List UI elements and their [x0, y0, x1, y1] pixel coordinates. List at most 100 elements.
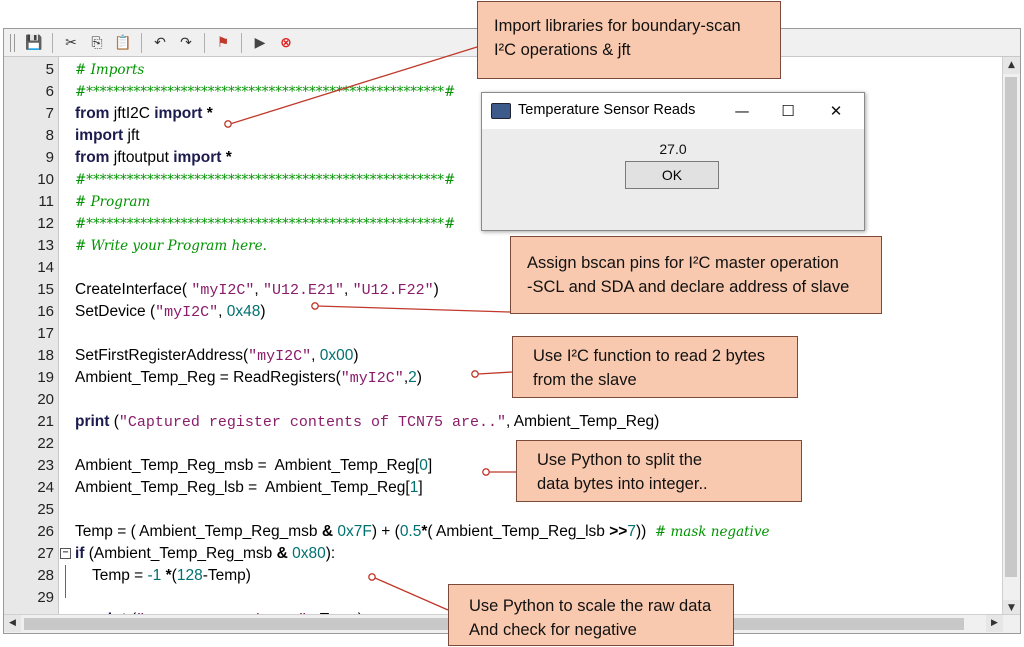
line-number: 20	[37, 391, 54, 408]
stop-icon[interactable]: ⊗	[275, 32, 297, 54]
code-line[interactable]: 20	[4, 389, 994, 411]
code-text: print ("Captured register contents of TC…	[75, 411, 659, 434]
code-token: SetDevice (	[75, 303, 156, 320]
code-line[interactable]: 24 Ambient_Temp_Reg_lsb = Ambient_Temp_Re…	[4, 477, 994, 499]
vertical-scroll-thumb[interactable]	[1005, 77, 1017, 577]
code-line[interactable]: 23 Ambient_Temp_Reg_msb = Ambient_Temp_Re…	[4, 455, 994, 477]
mark-icon[interactable]: ⚑	[212, 32, 234, 54]
toolbar-grip[interactable]	[10, 33, 15, 52]
code-line[interactable]: 18 SetFirstRegisterAddress("myI2C", 0x00)	[4, 345, 994, 367]
line-number: 8	[45, 127, 54, 144]
maximize-icon[interactable]: ☐	[768, 99, 808, 123]
callout-split-line1: Use Python to split the	[537, 451, 703, 469]
save-icon[interactable]: 💾	[23, 32, 45, 54]
code-token: ,	[254, 281, 263, 298]
code-token: (	[109, 413, 119, 430]
line-number: 29	[37, 589, 54, 606]
code-line[interactable]: 19 Ambient_Temp_Reg = ReadRegisters("myI2…	[4, 367, 994, 389]
code-line[interactable]: 21 print ("Captured register contents of …	[4, 411, 994, 433]
redo-icon[interactable]: ↷	[175, 32, 197, 54]
code-line[interactable]: 17	[4, 323, 994, 345]
code-token: 2	[408, 369, 417, 386]
line-number: 24	[37, 479, 54, 496]
line-number: 9	[45, 149, 54, 166]
code-line[interactable]: 22	[4, 433, 994, 455]
callout-scale-line1: Use Python to scale the raw data	[469, 597, 712, 615]
copy-icon[interactable]: ⎘	[86, 32, 108, 54]
line-number: 26	[37, 523, 54, 540]
code-token: jft	[123, 127, 140, 144]
code-token: 0x7F	[337, 523, 372, 540]
paste-icon[interactable]: 📋	[112, 32, 134, 54]
line-number: 15	[37, 281, 54, 298]
callout-split: Use Python to split the data bytes into …	[516, 440, 802, 502]
code-token: )	[416, 369, 422, 386]
callout-read-line2: from the slave	[533, 371, 637, 389]
run-icon[interactable]: ▶	[249, 32, 271, 54]
code-text: SetDevice ("myI2C", 0x48)	[75, 301, 266, 324]
scroll-left-icon[interactable]: ◀	[4, 615, 21, 632]
code-text: import jft	[75, 125, 140, 147]
code-token: , Ambient_Temp_Reg)	[505, 413, 660, 430]
code-token: 0x00	[319, 347, 354, 364]
callout-imports-line2: I²C operations & jft	[494, 41, 631, 59]
dialog-title-bar[interactable]: Temperature Sensor Reads — ☐ ✕	[482, 93, 864, 129]
line-number: 6	[45, 83, 54, 100]
code-token: # mask negative	[654, 524, 770, 540]
code-line[interactable]: 25	[4, 499, 994, 521]
code-token: )	[260, 303, 266, 320]
code-token: print	[75, 413, 110, 430]
code-token: Ambient_Temp_Reg = ReadRegisters(	[75, 369, 341, 386]
line-number: 10	[37, 171, 54, 188]
code-line[interactable]: 27− if (Ambient_Temp_Reg_msb & 0x80):	[4, 543, 994, 565]
fold-toggle-icon[interactable]: −	[60, 548, 71, 559]
code-token: #***************************************…	[75, 172, 456, 188]
temperature-dialog: Temperature Sensor Reads — ☐ ✕ 27.0 OK	[481, 92, 865, 231]
code-token: "Captured register contents of TCN75 are…	[118, 414, 506, 431]
callout-read: Use I²C function to read 2 bytes from th…	[512, 336, 798, 398]
scroll-up-icon[interactable]: ▲	[1003, 57, 1020, 74]
callout-interface: Assign bscan pins for I²C master operati…	[510, 236, 882, 314]
code-token: )	[353, 347, 359, 364]
scroll-right-icon[interactable]: ▶	[986, 615, 1003, 632]
app-icon	[491, 103, 511, 119]
cut-icon[interactable]: ✂	[60, 32, 82, 54]
code-token: 0x80	[292, 545, 326, 562]
ok-button[interactable]: OK	[625, 161, 719, 189]
vertical-scrollbar[interactable]: ▲ ▼	[1002, 57, 1020, 617]
toolbar-separator	[52, 32, 53, 53]
line-number: 11	[38, 193, 54, 210]
code-text: Ambient_Temp_Reg = ReadRegisters("myI2C"…	[75, 367, 422, 390]
code-token: ( Ambient_Temp_Reg_lsb	[427, 523, 610, 540]
callout-interface-line2: -SCL and SDA and declare address of slav…	[527, 278, 850, 296]
code-token: 0.5	[399, 523, 422, 540]
close-icon[interactable]: ✕	[816, 99, 856, 123]
code-token: ) + (	[371, 523, 400, 540]
line-number: 18	[37, 347, 54, 364]
callout-imports-line1: Import libraries for boundary-scan	[494, 17, 741, 35]
fold-guide-line	[65, 587, 66, 598]
code-token: #***************************************…	[75, 84, 456, 100]
code-line[interactable]: 26 Temp = ( Ambient_Temp_Reg_msb & 0x7F) …	[4, 521, 994, 543]
line-number: 13	[37, 237, 54, 254]
code-token: *	[221, 149, 232, 166]
toolbar-separator	[204, 32, 205, 53]
callout-split-line2: data bytes into integer..	[537, 475, 708, 493]
code-token: -Temp)	[202, 567, 251, 584]
line-number: 12	[37, 215, 54, 232]
code-token: ]	[418, 479, 423, 496]
code-text: if (Ambient_Temp_Reg_msb & 0x80):	[75, 543, 335, 565]
code-token: "myI2C"	[248, 348, 312, 365]
code-text: #***************************************…	[75, 213, 455, 235]
undo-icon[interactable]: ↶	[149, 32, 171, 54]
code-text: Ambient_Temp_Reg_msb = Ambient_Temp_Reg[…	[75, 455, 432, 477]
callout-imports: Import libraries for boundary-scan I²C o…	[477, 1, 781, 79]
callout-read-line1: Use I²C function to read 2 bytes	[533, 347, 766, 365]
code-token: Temp = ( Ambient_Temp_Reg_msb	[75, 523, 322, 540]
code-token: "myI2C"	[340, 370, 404, 387]
code-token: import	[75, 127, 124, 144]
code-token: )	[433, 281, 439, 298]
minimize-icon[interactable]: —	[722, 99, 762, 123]
code-text: Temp = ( Ambient_Temp_Reg_msb & 0x7F) + …	[75, 521, 769, 543]
code-token: import	[154, 105, 203, 122]
